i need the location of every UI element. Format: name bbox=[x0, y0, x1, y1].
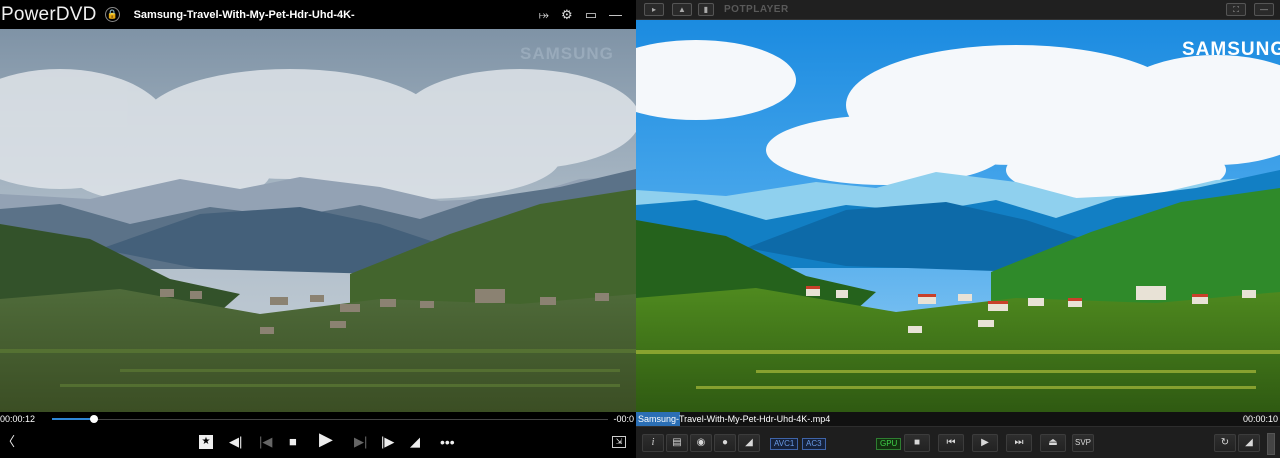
potplayer-logo-icon[interactable]: ▸ bbox=[644, 3, 664, 16]
powerdvd-app-name: PowerDVD bbox=[1, 3, 97, 25]
fullscreen-icon[interactable]: ⛶ bbox=[1226, 3, 1246, 16]
powerdvd-seekbar[interactable]: 00:00:12 -00:0 bbox=[0, 412, 636, 426]
potplayer-video-frame bbox=[636, 20, 1280, 412]
potplayer-controls: i ▤ ◉ ● ◢ AVC1 AC3 GPU ■ ⏮ ▶ ⏭ ⏏ SVP ↻ ◢ bbox=[636, 426, 1280, 458]
powerdvd-remaining-time: -00:0 bbox=[613, 414, 634, 424]
potplayer-file-name: Samsung-Travel-With-My-Pet-Hdr-Uhd-4K-.m… bbox=[638, 414, 831, 424]
eject-menu-icon[interactable]: ▲ bbox=[672, 3, 692, 16]
camera-icon[interactable]: ◉ bbox=[690, 434, 712, 452]
potplayer-video[interactable]: SAMSUNG bbox=[636, 20, 1280, 412]
powerdvd-video[interactable]: SAMSUNG bbox=[0, 29, 636, 412]
info-button[interactable]: i bbox=[642, 434, 664, 452]
more-icon[interactable]: ••• bbox=[440, 434, 455, 450]
powerdvd-seek-track[interactable] bbox=[52, 419, 608, 420]
svp-button[interactable]: SVP bbox=[1072, 434, 1094, 452]
potplayer-watermark: SAMSUNG bbox=[1182, 39, 1280, 60]
potplayer-time: 00:00:10 bbox=[1242, 414, 1278, 424]
stop-button[interactable]: ■ bbox=[904, 434, 930, 452]
star-bookmark-icon[interactable]: ★ bbox=[199, 435, 213, 449]
gpu-badge[interactable]: GPU bbox=[876, 438, 902, 450]
minimize-icon[interactable]: — bbox=[1254, 3, 1274, 16]
play-button[interactable]: ▶ bbox=[972, 434, 998, 452]
stop-icon[interactable]: ■ bbox=[289, 434, 297, 450]
audio-icon[interactable]: ◢ bbox=[738, 434, 760, 452]
back-icon[interactable]: 〈 bbox=[2, 434, 15, 450]
powerdvd-elapsed-time: 00:00:12 bbox=[0, 414, 36, 424]
repeat-icon[interactable]: ↻ bbox=[1214, 434, 1236, 452]
minimize-icon[interactable]: — bbox=[609, 7, 622, 23]
previous-button[interactable]: ⏮ bbox=[938, 434, 964, 452]
skip-back-icon[interactable]: |◀ bbox=[259, 434, 272, 450]
bookmark-icon[interactable]: ▮ bbox=[698, 3, 714, 16]
powerdvd-file-title: Samsung-Travel-With-My-Pet-Hdr-Uhd-4K- bbox=[133, 8, 355, 21]
powerdvd-titlebar: PowerDVD 🔒 Samsung-Travel-With-My-Pet-Hd… bbox=[0, 0, 636, 29]
powerdvd-window-icons: ⤅ ⚙ ▭ — bbox=[539, 7, 622, 23]
next-button[interactable]: ⏭ bbox=[1006, 434, 1032, 452]
powerdvd-controls: 〈 ★ ◀​| |◀ ■ ▶ ▶| |▶ ◢ ••• ⇲ bbox=[0, 426, 636, 458]
next-chapter-icon[interactable]: |▶ bbox=[381, 434, 394, 450]
powerdvd-watermark: SAMSUNG bbox=[520, 44, 614, 63]
skip-forward-icon[interactable]: ▶| bbox=[354, 434, 367, 450]
powerdvd-seek-fill bbox=[52, 418, 94, 420]
potplayer-filebar[interactable]: Samsung-Travel-With-My-Pet-Hdr-Uhd-4K-.m… bbox=[636, 412, 1280, 426]
fullscreen-icon[interactable]: ⇲ bbox=[612, 436, 626, 448]
audio-codec-badge: AC3 bbox=[802, 438, 826, 450]
potplayer-app-name: POTPLAYER bbox=[724, 4, 789, 15]
volume-icon[interactable]: ◢ bbox=[1238, 434, 1260, 452]
share-icon[interactable]: ⤅ bbox=[539, 7, 549, 23]
lock-icon[interactable]: 🔒 bbox=[104, 7, 120, 22]
powerdvd-seek-handle[interactable] bbox=[90, 415, 98, 423]
playlist-icon[interactable]: ▤ bbox=[666, 434, 688, 452]
play-icon[interactable]: ▶ bbox=[319, 430, 333, 448]
potplayer-window: ▸ ▲ ▮ POTPLAYER ⛶ — SAMSUNG Samsung-Trav… bbox=[636, 0, 1280, 458]
volume-slider[interactable] bbox=[1267, 433, 1275, 455]
volume-icon[interactable]: ◢ bbox=[410, 434, 420, 450]
video-codec-badge: AVC1 bbox=[770, 438, 799, 450]
potplayer-titlebar: ▸ ▲ ▮ POTPLAYER ⛶ — bbox=[636, 0, 1280, 20]
eject-button[interactable]: ⏏ bbox=[1040, 434, 1066, 452]
previous-chapter-icon[interactable]: ◀​| bbox=[229, 434, 242, 450]
powerdvd-video-frame bbox=[0, 29, 636, 412]
gear-icon[interactable]: ⚙ bbox=[561, 7, 573, 23]
powerdvd-window: PowerDVD 🔒 Samsung-Travel-With-My-Pet-Hd… bbox=[0, 0, 636, 458]
tv-icon[interactable]: ▭ bbox=[585, 7, 597, 23]
subtitle-icon[interactable]: ● bbox=[714, 434, 736, 452]
